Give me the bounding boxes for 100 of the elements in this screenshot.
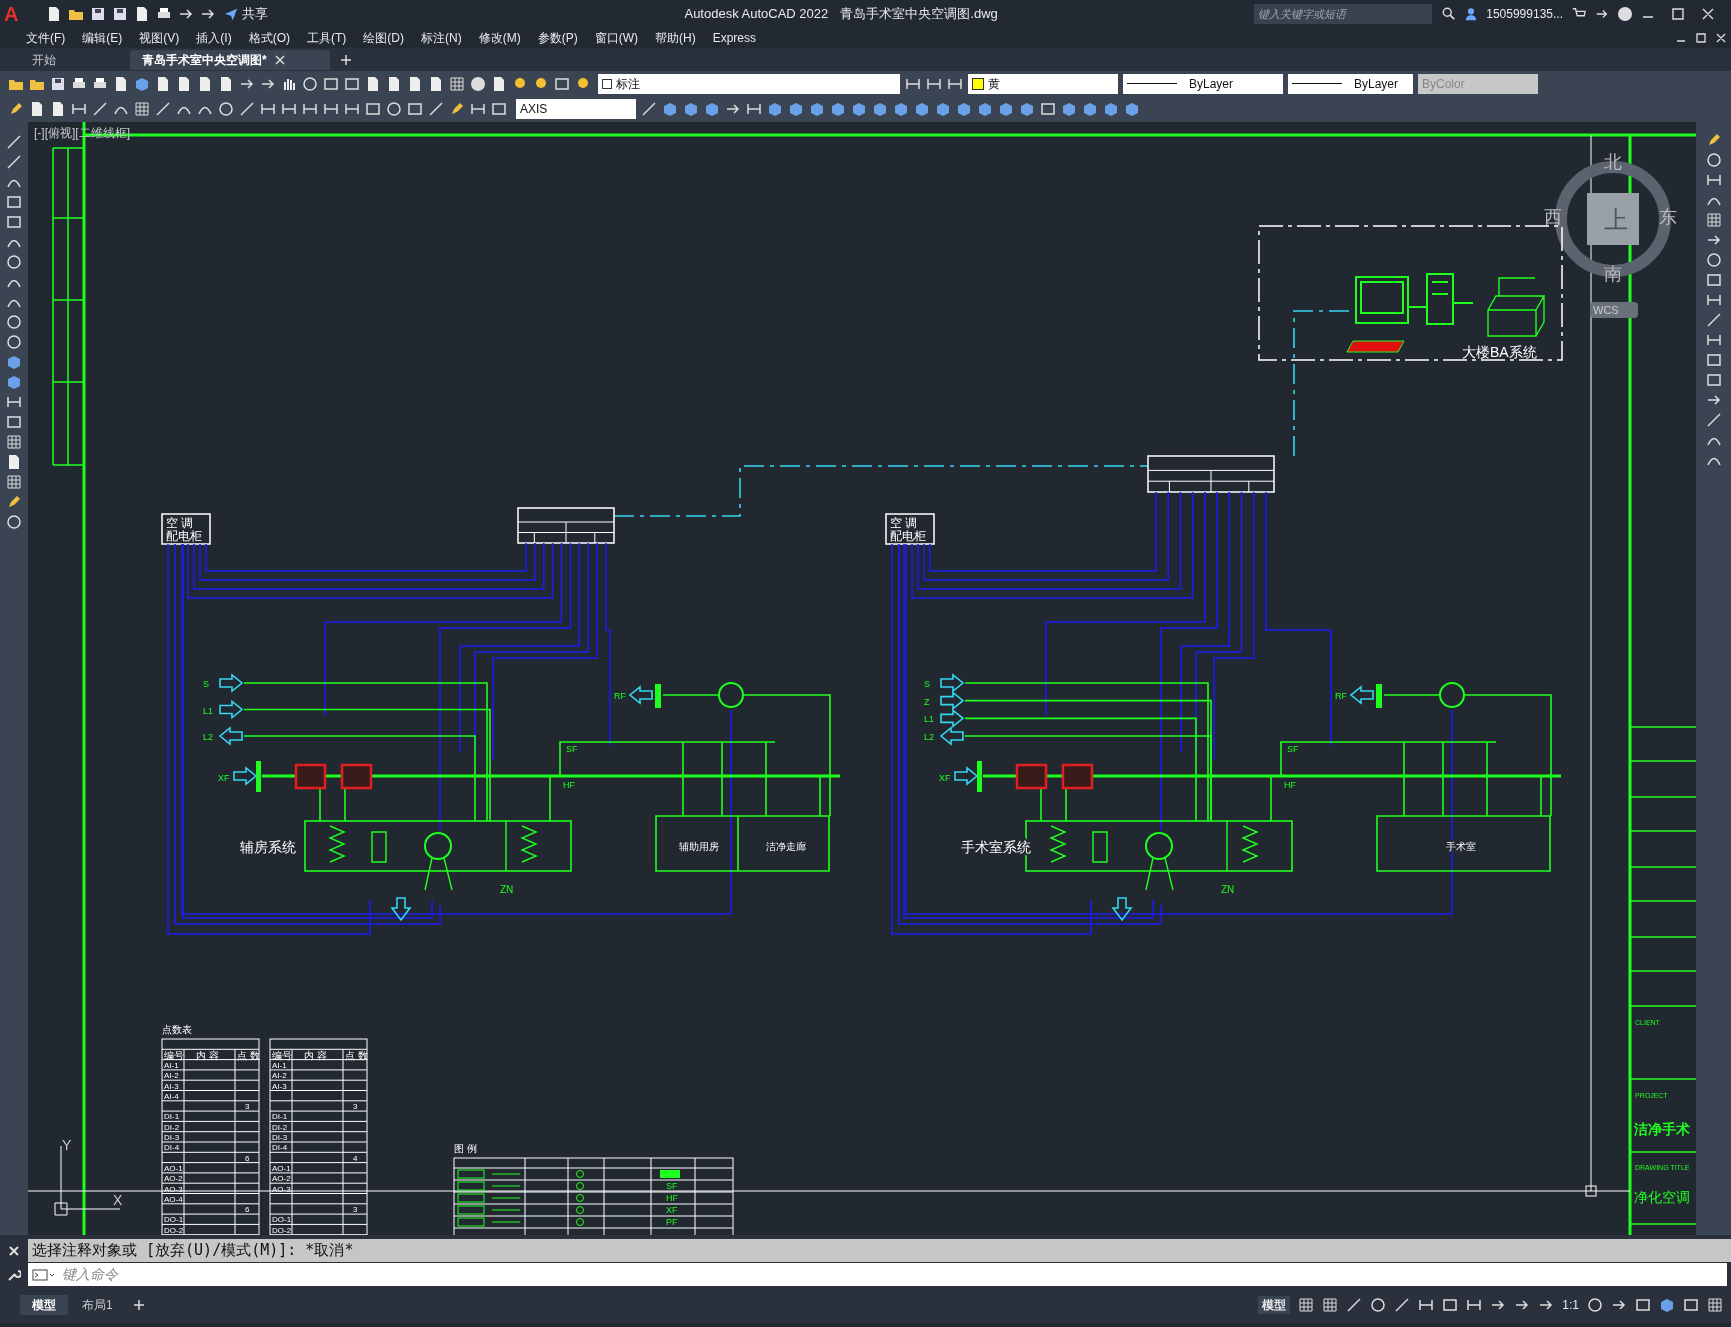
menu-item[interactable]: 标注(N) — [413, 29, 470, 47]
document-icon[interactable] — [6, 454, 22, 470]
grid-icon[interactable] — [1322, 1297, 1339, 1313]
circle-icon[interactable] — [1705, 152, 1722, 168]
dimension-icon[interactable] — [281, 101, 297, 117]
cube-icon[interactable] — [6, 354, 22, 370]
dimension-icon[interactable] — [323, 101, 339, 117]
dimension-icon[interactable] — [71, 101, 87, 117]
cube-icon[interactable] — [1659, 1297, 1675, 1313]
document-icon[interactable] — [407, 75, 423, 92]
close-icon[interactable] — [274, 55, 285, 65]
search-icon[interactable] — [1442, 7, 1457, 21]
document-icon[interactable] — [491, 75, 507, 92]
circle-icon[interactable] — [6, 314, 22, 330]
square-icon[interactable] — [1705, 352, 1722, 368]
viewport-label[interactable]: [-][俯视][二维线框] — [34, 124, 130, 142]
user-name[interactable]: 1505999135... — [1486, 5, 1563, 23]
cube-icon[interactable] — [662, 101, 678, 117]
layout-tab[interactable]: 模型 — [20, 1295, 68, 1315]
square-icon[interactable] — [344, 75, 360, 92]
square-icon[interactable] — [554, 75, 570, 92]
layout-tab[interactable]: 布局1 — [70, 1295, 125, 1315]
circle-icon[interactable] — [218, 101, 234, 117]
pencil-icon[interactable] — [449, 101, 465, 117]
line-icon[interactable] — [641, 101, 657, 117]
cube-icon[interactable] — [704, 101, 720, 117]
menu-item[interactable]: 文件(F) — [18, 29, 74, 47]
linetype-dropdown[interactable]: ByLayer — [1123, 73, 1283, 94]
cube-icon[interactable] — [6, 374, 22, 390]
grid-icon[interactable] — [6, 474, 22, 490]
square-icon[interactable] — [365, 101, 381, 117]
ucs-menu-button[interactable] — [1590, 302, 1638, 318]
cube-icon[interactable] — [872, 101, 888, 117]
line-icon[interactable] — [1394, 1297, 1411, 1313]
document-icon[interactable] — [50, 101, 66, 117]
grid-icon[interactable] — [1707, 1297, 1723, 1313]
dimension-icon[interactable] — [1705, 292, 1722, 308]
square-icon[interactable] — [323, 75, 339, 92]
menu-item[interactable]: 格式(O) — [240, 29, 298, 47]
square-icon[interactable] — [6, 214, 22, 230]
cube-icon[interactable] — [914, 101, 930, 117]
dimension-icon[interactable] — [344, 101, 360, 117]
document-icon[interactable] — [113, 75, 129, 92]
line-icon[interactable] — [428, 101, 444, 117]
document-icon[interactable] — [365, 75, 381, 92]
cube-icon[interactable] — [767, 101, 783, 117]
line-icon[interactable] — [1705, 312, 1722, 328]
grid-icon[interactable] — [449, 75, 465, 92]
square-icon[interactable] — [1040, 101, 1056, 117]
cube-icon[interactable] — [956, 101, 972, 117]
grid-icon[interactable] — [6, 434, 22, 450]
document-icon[interactable] — [46, 6, 62, 22]
dimension-style-dropdown[interactable]: AXIS — [516, 99, 636, 119]
model-space-button[interactable]: 模型 — [1258, 1296, 1291, 1314]
dimension-icon[interactable] — [1705, 332, 1722, 348]
grid-icon[interactable] — [1705, 212, 1722, 228]
line-icon[interactable] — [155, 101, 171, 117]
close-icon[interactable] — [8, 1244, 20, 1257]
circle-icon[interactable] — [1370, 1297, 1387, 1313]
user-icon[interactable] — [1464, 7, 1479, 21]
cube-icon[interactable] — [935, 101, 951, 117]
circle-icon[interactable] — [6, 254, 22, 270]
menu-item[interactable]: 修改(M) — [470, 29, 529, 47]
terminal-icon[interactable] — [32, 1267, 54, 1282]
dimension-icon[interactable] — [746, 101, 762, 117]
pencil-icon[interactable] — [6, 494, 22, 510]
cube-icon[interactable] — [1124, 101, 1140, 117]
menu-item[interactable]: 编辑(E) — [74, 29, 131, 47]
square-icon[interactable] — [491, 101, 507, 117]
pencil-icon[interactable] — [8, 101, 24, 117]
cube-icon[interactable] — [134, 75, 150, 92]
cube-icon[interactable] — [683, 101, 699, 117]
arrow-icon[interactable] — [1595, 7, 1609, 21]
line-icon[interactable] — [92, 101, 108, 117]
send-icon[interactable] — [224, 7, 238, 21]
square-icon[interactable] — [1705, 372, 1722, 388]
circle-icon[interactable] — [386, 101, 402, 117]
file-tab[interactable]: 青岛手术室中央空调图* — [130, 50, 330, 70]
circle-icon[interactable] — [1587, 1297, 1603, 1313]
cube-icon[interactable] — [1061, 101, 1077, 117]
lineweight-dropdown[interactable]: ByLayer — [1288, 73, 1413, 94]
dimension-icon[interactable] — [302, 101, 318, 117]
dimension-icon[interactable] — [6, 394, 22, 410]
square-icon[interactable] — [1705, 272, 1722, 288]
document-icon[interactable] — [29, 101, 45, 117]
menu-item[interactable]: 工具(T) — [299, 29, 355, 47]
menu-item[interactable]: 窗口(W) — [586, 29, 646, 47]
plus-icon[interactable] — [340, 54, 352, 66]
cube-icon[interactable] — [977, 101, 993, 117]
square-icon[interactable] — [1442, 1297, 1459, 1313]
square-icon[interactable] — [1683, 1297, 1699, 1313]
document-icon[interactable] — [386, 75, 402, 92]
line-icon[interactable] — [6, 134, 22, 150]
cube-icon[interactable] — [851, 101, 867, 117]
square-icon[interactable] — [6, 414, 22, 430]
share-button[interactable]: 共享 — [242, 4, 268, 24]
scale-button[interactable]: 1:1 — [1562, 1296, 1579, 1314]
layer-dropdown[interactable]: 标注 — [598, 73, 900, 94]
line-icon[interactable] — [6, 154, 22, 170]
grid-icon[interactable] — [1298, 1297, 1315, 1313]
